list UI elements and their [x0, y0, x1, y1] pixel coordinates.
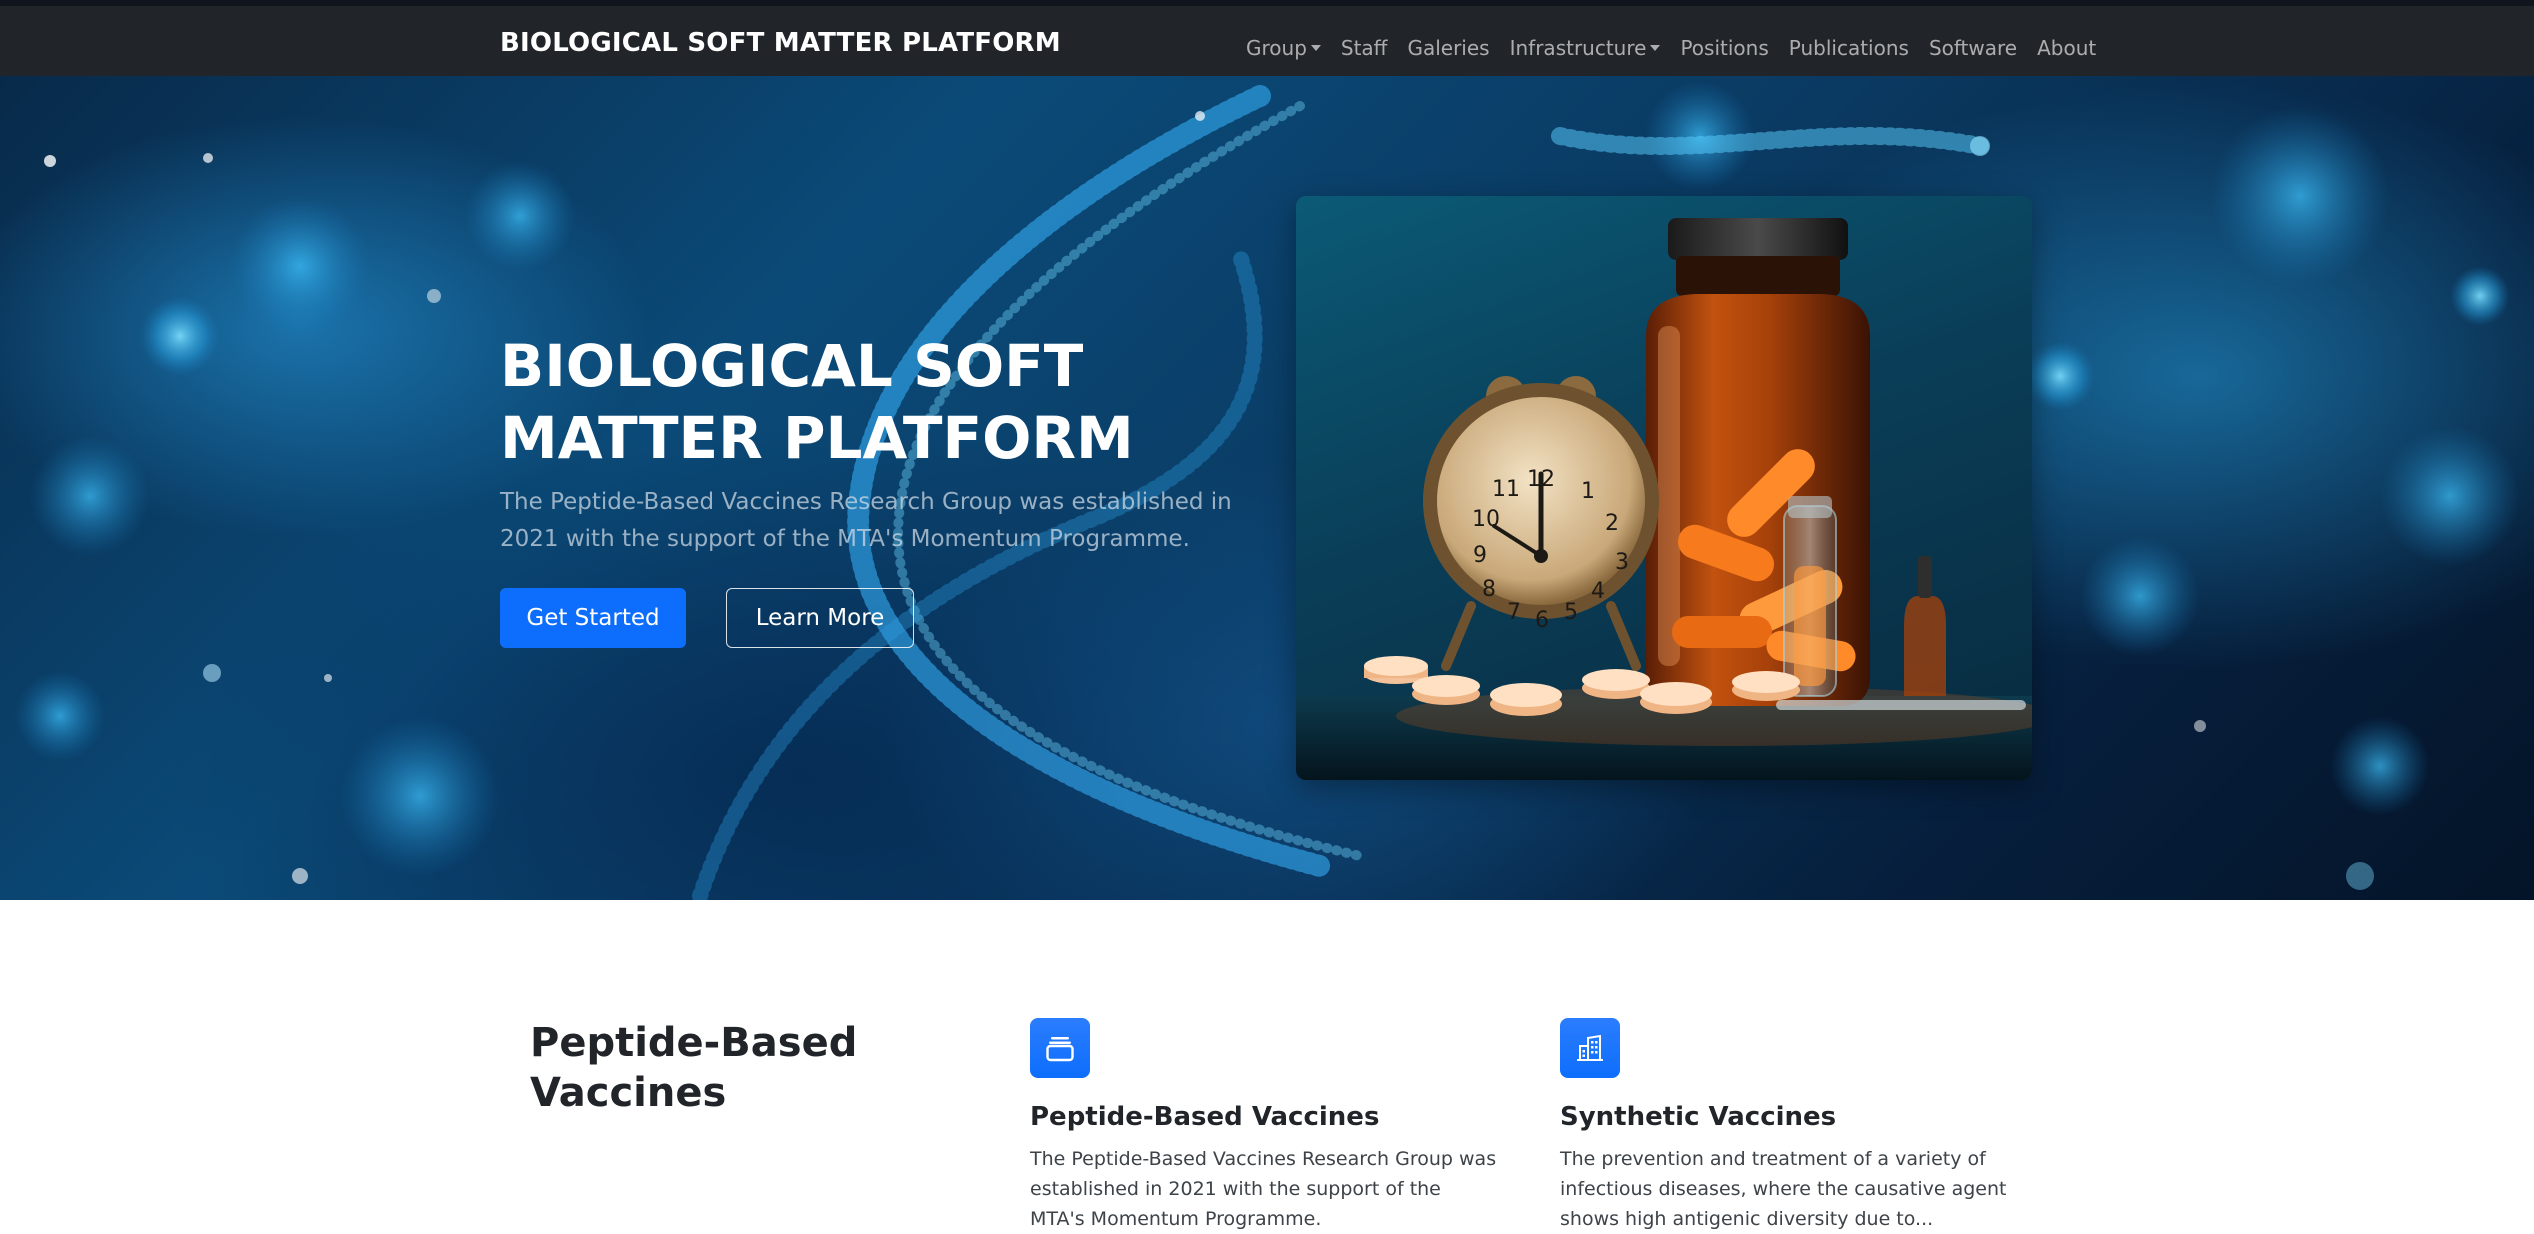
clock-num-7: 7 [1507, 600, 1521, 625]
nav-link-label: Galeries [1407, 36, 1490, 60]
clock-and-pill-bottle-illustration: 12 1 2 3 4 5 6 7 8 9 10 11 [1296, 218, 2032, 780]
nav-link-label: Software [1928, 36, 2018, 60]
nav-link-about[interactable]: About [2037, 28, 2096, 68]
nav-link-staff[interactable]: Staff [1341, 28, 1388, 68]
hero-lead-text: The Peptide-Based Vaccines Research Grou… [500, 489, 1232, 552]
learn-more-button[interactable]: Learn More [726, 588, 914, 648]
feature-peptide-based-vaccines: Peptide-Based Vaccines The Peptide-Based… [1030, 1018, 1500, 1234]
hero-title: BIOLOGICAL SOFT MATTER PLATFORM [500, 330, 1240, 474]
clock-num-2: 2 [1605, 511, 1619, 536]
feature-text: The prevention and treatment of a variet… [1560, 1148, 2007, 1230]
caret-down-icon [1310, 45, 1321, 51]
clock-num-6: 6 [1535, 608, 1549, 633]
nav-link-label: Group [1246, 36, 1307, 60]
features-heading-line-2: Vaccines [530, 1070, 727, 1116]
nav-link-label: Staff [1340, 36, 1388, 60]
caret-down-icon [1650, 45, 1661, 51]
nav-link-label: Positions [1680, 36, 1769, 60]
features-heading-line-1: Peptide-Based [530, 1020, 858, 1066]
nav-link-label: Infrastructure [1509, 36, 1647, 60]
nav-links: Group Staff Galeries Infrastructure Posi… [1246, 28, 2116, 68]
clock-num-3: 3 [1615, 550, 1629, 575]
nav-link-positions[interactable]: Positions [1680, 28, 1768, 68]
clock-num-5: 5 [1564, 600, 1578, 625]
dna-background-illustration [15, 81, 2520, 900]
clock-num-4: 4 [1591, 579, 1605, 604]
nav-link-label: About [2037, 36, 2097, 60]
nav-link-infrastructure[interactable]: Infrastructure [1510, 28, 1661, 68]
hero-section: BIOLOGICAL SOFT MATTER PLATFORM The Pept… [0, 76, 2534, 900]
features-heading: Peptide-Based Vaccines [530, 1018, 860, 1118]
clock-num-1: 1 [1581, 479, 1595, 504]
get-started-button[interactable]: Get Started [500, 588, 686, 648]
building-icon [1560, 1018, 1620, 1078]
clock-num-11: 11 [1492, 477, 1520, 502]
hero-title-line-2: MATTER PLATFORM [500, 404, 1134, 472]
hero-image-clock-pills: 12 1 2 3 4 5 6 7 8 9 10 11 [1296, 196, 2032, 780]
feature-text: The Peptide-Based Vaccines Research Grou… [1030, 1148, 1497, 1230]
hero-title-line-1: BIOLOGICAL SOFT [500, 332, 1084, 400]
feature-synthetic-vaccines: Synthetic Vaccines The prevention and tr… [1560, 1018, 2030, 1234]
nav-link-software[interactable]: Software [1929, 28, 2017, 68]
nav-link-label: Publications [1788, 36, 1909, 60]
top-navbar: BIOLOGICAL SOFT MATTER PLATFORM Group St… [0, 0, 2534, 76]
nav-link-galeries[interactable]: Galeries [1407, 28, 1489, 68]
nav-link-publications[interactable]: Publications [1789, 28, 1909, 68]
navbar-brand[interactable]: BIOLOGICAL SOFT MATTER PLATFORM [500, 28, 1061, 58]
collection-icon [1030, 1018, 1090, 1078]
clock-num-8: 8 [1482, 577, 1496, 602]
feature-title: Synthetic Vaccines [1560, 1102, 1837, 1132]
nav-link-group[interactable]: Group [1246, 28, 1321, 68]
clock-num-9: 9 [1473, 543, 1487, 568]
feature-title: Peptide-Based Vaccines [1030, 1102, 1380, 1132]
